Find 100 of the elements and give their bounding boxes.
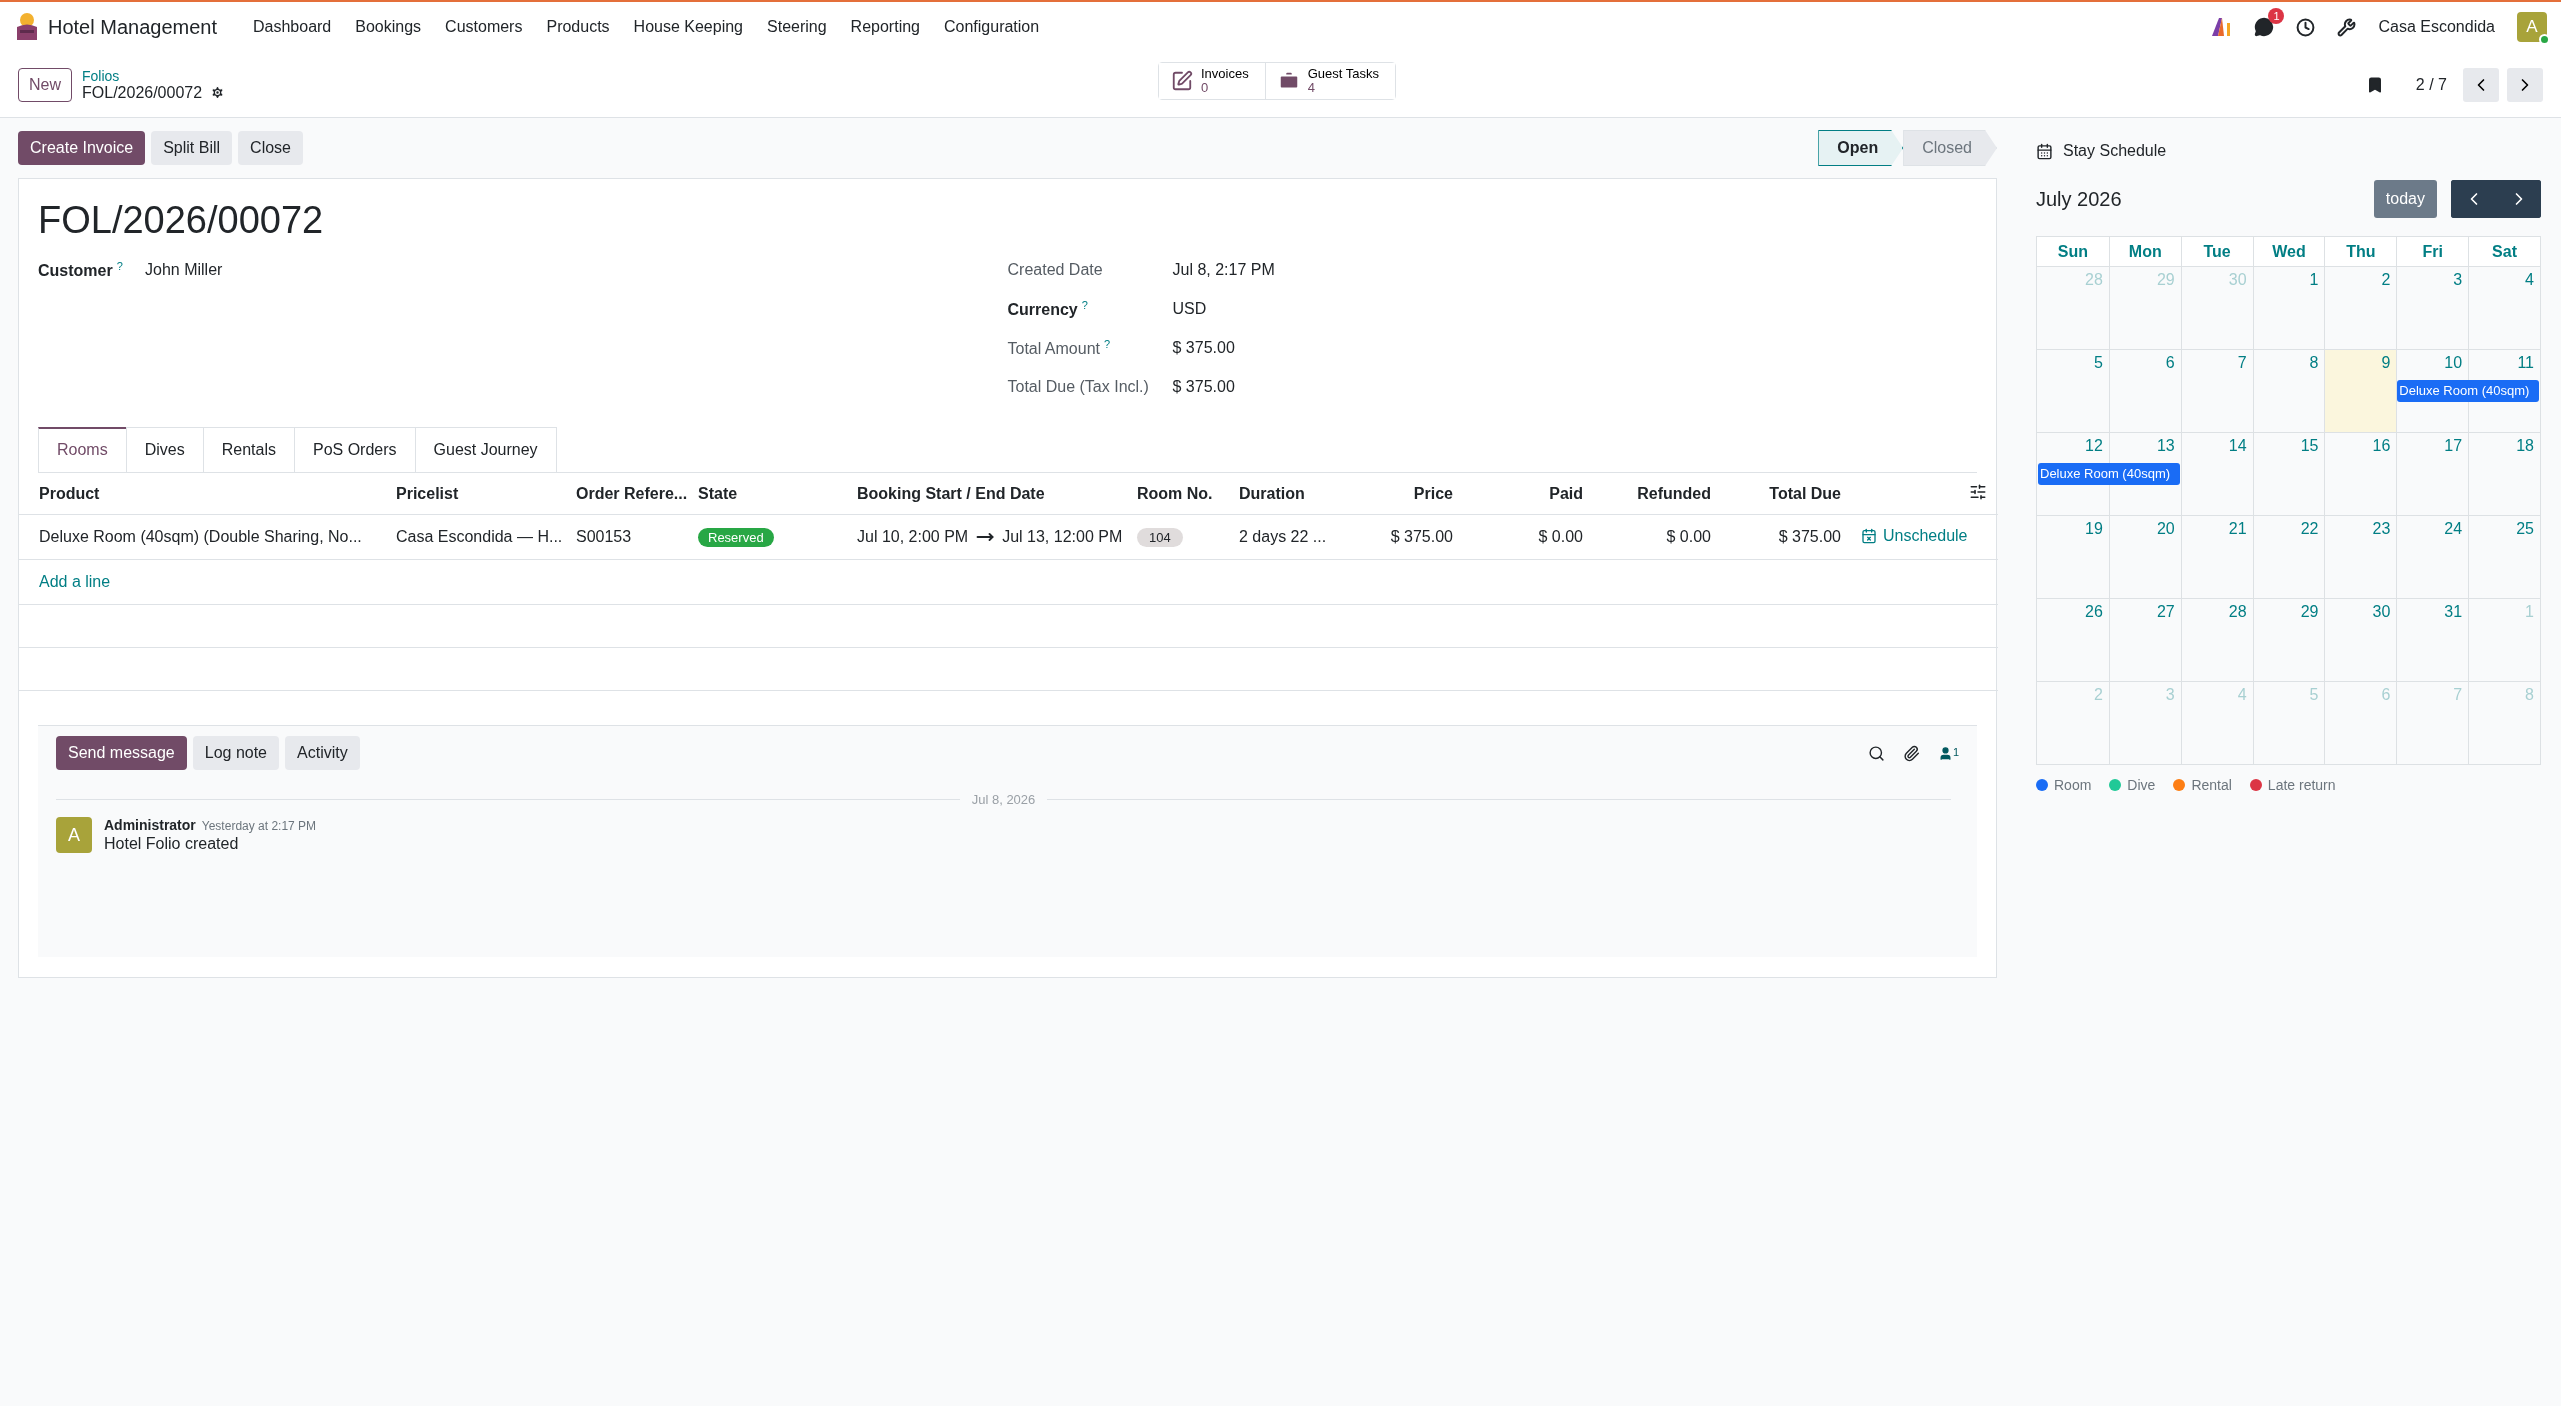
pager-value: 2 / 7 — [2415, 75, 2447, 94]
field-value[interactable]: John Miller — [145, 261, 223, 279]
column-header[interactable]: Order Refere... — [576, 484, 688, 502]
day-number[interactable]: 30 — [2372, 599, 2397, 629]
menu-item[interactable]: Steering — [755, 18, 839, 36]
breadcrumb-link[interactable]: Folios — [82, 67, 226, 84]
action-button[interactable]: Close — [238, 131, 303, 165]
day-number[interactable]: 13 — [2156, 433, 2181, 463]
calendar-x-icon — [1861, 527, 1877, 544]
menu-item[interactable]: Reporting — [838, 18, 932, 36]
day-number[interactable]: 29 — [2300, 599, 2325, 629]
menu-item[interactable]: Customers — [433, 18, 535, 36]
today-button[interactable]: today — [2373, 180, 2437, 218]
table-cell: Jul 13, 12:00 PM — [1002, 528, 1123, 547]
column-header[interactable]: Refunded — [1637, 484, 1711, 502]
weekday-header: Thu — [2324, 237, 2397, 266]
table-cell: $ 0.00 — [1538, 528, 1583, 546]
day-number[interactable]: 20 — [2156, 516, 2181, 546]
column-header[interactable]: Paid — [1549, 484, 1583, 502]
field-value[interactable]: Jul 8, 2:17 PM — [1172, 261, 1275, 279]
edit-icon — [1171, 70, 1193, 92]
day-number[interactable]: 7 — [2237, 350, 2253, 380]
message-time: Yesterday at 2:17 PM — [201, 819, 317, 834]
menu-item[interactable]: Bookings — [343, 18, 434, 36]
day-number[interactable]: 17 — [2444, 433, 2469, 463]
add-line-link[interactable]: Add a line — [39, 573, 111, 591]
day-number[interactable]: 2 — [2381, 267, 2397, 297]
day-number[interactable]: 21 — [2228, 516, 2253, 546]
status-stage[interactable]: Open — [1818, 130, 1904, 166]
day-number[interactable]: 12 — [2085, 433, 2109, 463]
chat-icon[interactable] — [2254, 17, 2275, 37]
settings-icon[interactable] — [210, 85, 226, 100]
day-number[interactable]: 6 — [2165, 350, 2181, 380]
user-avatar[interactable]: A — [2517, 12, 2547, 42]
day-number[interactable]: 22 — [2300, 516, 2325, 546]
day-number[interactable]: 11 — [2517, 350, 2540, 380]
day-number[interactable]: 3 — [2453, 267, 2469, 297]
day-number[interactable]: 28 — [2228, 599, 2253, 629]
day-number[interactable]: 4 — [2525, 267, 2540, 297]
message-text: Hotel Folio created — [104, 835, 240, 854]
day-number[interactable]: 14 — [2228, 433, 2253, 463]
action-button[interactable]: Create Invoice — [18, 131, 146, 165]
tab[interactable]: Guest Journey — [414, 426, 557, 472]
action-button[interactable]: Split Bill — [151, 131, 233, 165]
day-number[interactable]: 9 — [2381, 350, 2397, 380]
day-number[interactable]: 23 — [2372, 516, 2397, 546]
unschedule-button[interactable]: Unschedule — [1861, 526, 1968, 545]
room-tag: 104 — [1137, 528, 1183, 548]
chatter-button[interactable]: Activity — [285, 736, 360, 771]
weekday-header: Tue — [2180, 237, 2253, 266]
column-header[interactable]: Booking Start / End Date — [857, 484, 1045, 502]
weekday-header: Wed — [2252, 237, 2325, 266]
day-number[interactable]: 18 — [2516, 433, 2540, 463]
day-number[interactable]: 25 — [2516, 516, 2540, 546]
day-number[interactable]: 16 — [2372, 433, 2397, 463]
column-header[interactable]: Total Due — [1769, 484, 1841, 502]
menu-item[interactable]: House Keeping — [621, 18, 755, 36]
day-number[interactable]: 10 — [2444, 350, 2469, 380]
field-label: Total Due (Tax Incl.) — [1007, 378, 1150, 396]
event-bar[interactable]: Deluxe Room (40sqm) — [2397, 380, 2539, 402]
clock-icon[interactable] — [2296, 17, 2316, 37]
field-value[interactable]: $ 375.00 — [1172, 339, 1235, 357]
column-header[interactable]: Room No. — [1137, 484, 1213, 502]
company-name[interactable]: Casa Escondida — [2378, 18, 2495, 36]
app-title: Hotel Management — [48, 15, 217, 39]
smart-button[interactable]: Invoices 0 — [1159, 63, 1266, 99]
day-number[interactable]: 1 — [2309, 267, 2325, 297]
tab[interactable]: Rooms — [38, 426, 127, 472]
status-stage[interactable]: Closed — [1903, 130, 1997, 166]
sliders-icon[interactable] — [1969, 482, 1987, 501]
column-header[interactable]: Price — [1413, 484, 1453, 502]
day-number[interactable]: 5 — [2093, 350, 2109, 380]
tools-icon[interactable] — [2337, 17, 2357, 37]
menu-item[interactable]: Configuration — [932, 18, 1052, 36]
day-number[interactable]: 8 — [2309, 350, 2325, 380]
day-number[interactable]: 31 — [2444, 599, 2469, 629]
field-value[interactable]: USD — [1172, 300, 1207, 318]
column-header[interactable]: Duration — [1239, 484, 1305, 502]
followers-button[interactable]: 1 — [1937, 745, 1959, 761]
chatter-button[interactable]: Send message — [56, 736, 187, 771]
day-number[interactable]: 26 — [2085, 599, 2109, 629]
chatter-button[interactable]: Log note — [192, 736, 279, 771]
day-number[interactable]: 27 — [2156, 599, 2181, 629]
menu-item[interactable]: Products — [534, 18, 622, 36]
menu-item[interactable]: Dashboard — [241, 18, 344, 36]
paperclip-icon[interactable] — [1902, 744, 1920, 762]
weekday-header: Mon — [2108, 237, 2181, 266]
record-name: FOL/2026/00072 — [82, 83, 203, 102]
new-button[interactable]: New — [18, 67, 72, 102]
day-number[interactable]: 15 — [2300, 433, 2325, 463]
day-number[interactable]: 19 — [2085, 516, 2109, 546]
event-bar[interactable]: Deluxe Room (40sqm) — [2038, 463, 2180, 485]
column-header[interactable]: State — [698, 484, 738, 502]
column-header[interactable]: Pricelist — [396, 484, 459, 502]
column-header[interactable]: Product — [39, 484, 100, 502]
field-value[interactable]: $ 375.00 — [1172, 378, 1235, 396]
legend-label: Dive — [2127, 777, 2156, 793]
table-cell: $ 375.00 — [1778, 528, 1841, 546]
day-number[interactable]: 24 — [2444, 516, 2469, 546]
search-icon[interactable] — [1867, 744, 1885, 762]
